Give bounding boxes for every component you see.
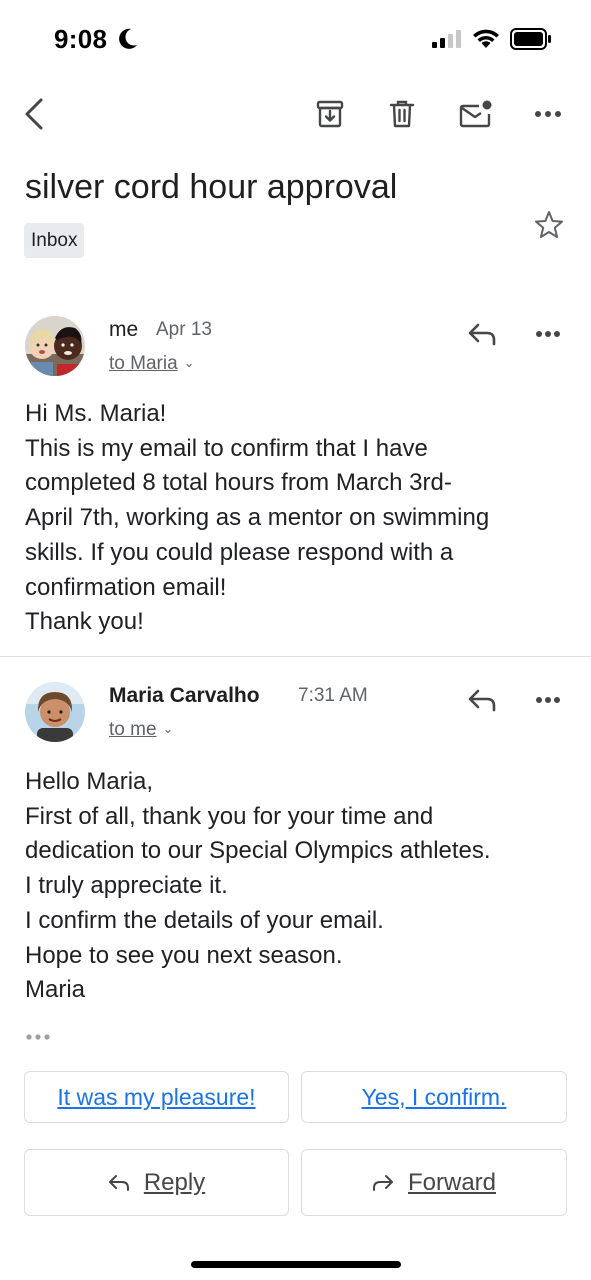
reply-label: Reply [143,1168,206,1196]
battery-icon [510,28,552,55]
forward-icon [372,1174,393,1191]
body-line: First of all, thank you for your time an… [25,802,434,830]
trash-icon [389,100,415,128]
message-more-button[interactable] [526,678,570,722]
body-line: This is my email to confirm that I have [25,434,428,462]
smart-reply-chip[interactable]: Yes, I confirm. [301,1071,567,1123]
message-divider [0,656,591,657]
body-line: skills. If you could please respond with… [25,538,454,566]
recipient-label: to me [109,719,157,740]
body-line: dedication to our Special Olympics athle… [25,837,491,865]
body-line: Maria [25,976,86,1004]
recipient-label: to Maria [109,353,178,374]
reply-icon [468,323,496,346]
body-line: April 7th, working as a mentor on swimmi… [25,504,490,532]
moon-icon [118,28,138,55]
chevron-down-icon: ⌄ [183,355,195,370]
star-button[interactable] [532,208,566,242]
mail-unread-icon [459,100,492,128]
inbox-label-chip[interactable]: Inbox [24,223,85,258]
archive-button[interactable] [306,86,354,142]
sender-name: Maria Carvalho [109,684,260,707]
forward-label: Forward [407,1168,497,1196]
chevron-down-icon: ⌄ [162,721,174,736]
reply-icon [108,1174,129,1191]
email-toolbar [0,86,591,142]
message-body: Hi Ms. Maria! This is my email to confir… [25,397,575,640]
mark-unread-button[interactable] [452,86,500,142]
body-line: I truly appreciate it. [25,872,228,900]
reply-icon [468,689,496,712]
body-line: Hi Ms. Maria! [25,400,167,427]
recipient-details-toggle[interactable]: to me ⌄ [109,719,173,741]
body-line: I confirm the details of your email. [25,906,384,934]
reply-button[interactable] [460,312,504,356]
reply-action-button[interactable]: Reply [24,1149,289,1216]
more-horizontal-icon [535,111,561,117]
more-horizontal-icon [536,697,560,703]
message-date: 7:31 AM [298,685,368,706]
back-button[interactable] [10,86,58,142]
email-subject: silver cord hour approval [25,168,398,206]
message-body: Hello Maria, First of all, thank you for… [25,765,575,1008]
cellular-signal-icon [432,30,464,53]
more-options-button[interactable] [524,86,572,142]
status-bar: 9:08 [0,0,591,80]
home-indicator[interactable] [191,1261,401,1268]
wifi-icon [472,27,500,54]
body-line: Hello Maria, [25,768,154,795]
status-time: 9:08 [54,24,108,54]
reply-button[interactable] [460,678,504,722]
delete-button[interactable] [378,86,426,142]
chevron-left-icon [25,98,43,130]
more-horizontal-icon [26,1034,50,1040]
sender-name: me [109,318,139,341]
archive-icon [316,100,344,128]
body-line: completed 8 total hours from March 3rd- [25,469,452,497]
body-line: Thank you! [25,608,144,636]
avatar[interactable] [25,682,85,742]
forward-action-button[interactable]: Forward [301,1149,567,1216]
message-more-button[interactable] [526,312,570,356]
message-date: Apr 13 [156,319,212,340]
show-trimmed-content-button[interactable] [25,1024,51,1047]
star-icon [535,211,563,238]
avatar[interactable] [25,316,85,376]
body-line: confirmation email! [25,573,227,601]
smart-reply-chip[interactable]: It was my pleasure! [24,1071,289,1123]
more-horizontal-icon [536,331,560,337]
recipient-details-toggle[interactable]: to Maria ⌄ [109,353,195,375]
body-line: Hope to see you next season. [25,941,343,969]
